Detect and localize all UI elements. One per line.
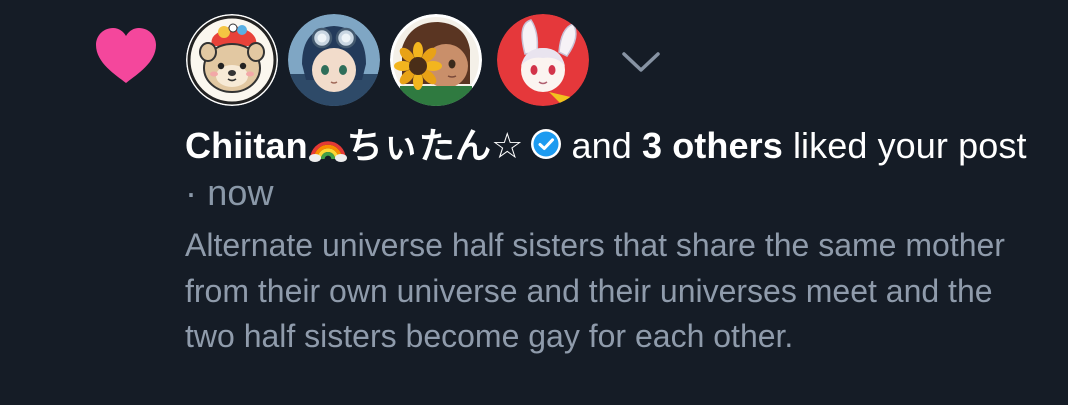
avatar-bear-icon[interactable] [186, 14, 278, 106]
chevron-down-icon[interactable] [618, 46, 664, 76]
avatar-boy-goggles-icon[interactable] [288, 14, 380, 106]
timestamp: now [207, 172, 274, 213]
user-name-jp: ちぃたん☆ [346, 126, 524, 167]
user-display-name[interactable]: Chiitan ちぃたん☆ [185, 125, 524, 167]
rainbow-icon [308, 141, 347, 162]
others-count[interactable]: 3 others [642, 125, 783, 166]
avatar-bunny-icon[interactable] [497, 14, 589, 106]
notification-headline: Chiitan ちぃたん☆ and 3 others liked your po… [185, 123, 1045, 216]
heart-icon [96, 28, 156, 83]
verified-check-icon [531, 129, 562, 159]
user-name: Chiitan [185, 125, 308, 166]
avatar-sunflower-icon[interactable] [390, 14, 482, 106]
post-preview-text[interactable]: Alternate universe half sisters that sha… [185, 223, 1045, 360]
like-notification[interactable]: Chiitan ちぃたん☆ and 3 others liked your po… [0, 0, 1068, 405]
and-text: and [571, 125, 632, 166]
separator-dot: · [185, 172, 198, 213]
action-text: liked your post [792, 125, 1027, 166]
